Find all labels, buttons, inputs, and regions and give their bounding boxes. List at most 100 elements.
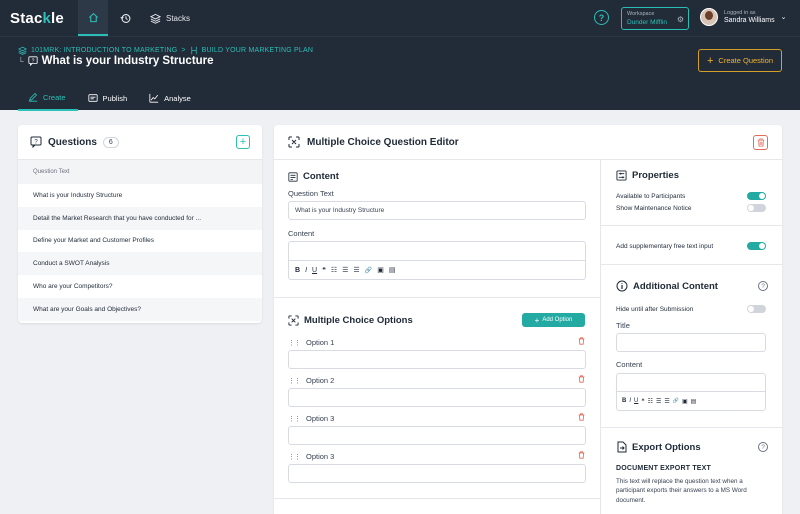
properties-section-title: Properties <box>616 170 679 181</box>
trash-icon[interactable] <box>578 451 585 461</box>
italic-icon[interactable]: I <box>305 267 307 274</box>
unordered-list-icon[interactable]: ☰ <box>342 266 348 274</box>
bold-icon[interactable]: B <box>622 398 626 404</box>
supplementary-label: Add supplementary free text input <box>616 242 714 250</box>
plus-icon: + <box>239 136 247 148</box>
option-row: ⋮⋮ Option 1 <box>288 338 334 347</box>
underline-icon[interactable]: U <box>634 398 638 404</box>
trash-icon[interactable] <box>578 337 585 347</box>
option-row: ⋮⋮ Option 2 <box>288 376 334 385</box>
align-icon[interactable]: ☰ <box>353 266 359 274</box>
question-icon: ? <box>30 136 42 148</box>
logged-in-label: Logged in as <box>724 10 756 16</box>
create-question-button[interactable]: + Create Question <box>698 49 782 72</box>
questions-panel: ? Questions 6 + Question Text What is yo… <box>18 125 262 323</box>
additional-content-title: Additional Content <box>616 280 718 292</box>
tree-connector-icon: └ <box>18 56 24 66</box>
additional-content-editor[interactable]: B I U ❝ ☷ ☰ ☰ 🔗 ▣ ▤ <box>616 373 766 411</box>
help-button[interactable]: ? <box>594 10 609 25</box>
table-icon[interactable]: ▤ <box>389 266 396 274</box>
page-header: 101MRK: INTRODUCTION TO MARKETING > BUIL… <box>0 36 800 111</box>
delete-question-button[interactable] <box>753 134 768 150</box>
questions-title: Questions <box>48 136 97 148</box>
app-logo[interactable]: Stackle <box>10 10 68 27</box>
hide-toggle[interactable] <box>747 305 766 313</box>
tab-publish-label: Publish <box>102 93 128 103</box>
align-icon[interactable]: ☰ <box>664 398 669 405</box>
history-icon <box>119 13 130 23</box>
question-row[interactable]: Detail the Market Research that you have… <box>18 206 262 230</box>
workspace-label: Workspace <box>627 11 655 17</box>
drag-handle-icon[interactable]: ⋮⋮ <box>288 377 301 385</box>
question-row[interactable]: What are your Goals and Objectives? <box>18 297 262 321</box>
question-row[interactable]: Conduct a SWOT Analysis <box>18 252 262 276</box>
content-editor[interactable]: B I U ❝ ☷ ☰ ☰ 🔗 ▣ ▤ <box>288 241 586 280</box>
drag-handle-icon[interactable]: ⋮⋮ <box>288 415 301 423</box>
ordered-list-icon[interactable]: ☷ <box>648 398 653 405</box>
trash-icon[interactable] <box>578 413 585 423</box>
help-icon[interactable]: ? <box>758 442 768 452</box>
question-text-input[interactable]: What is your Industry Structure <box>288 201 586 220</box>
quote-icon[interactable]: ❝ <box>641 398 644 405</box>
supplementary-toggle[interactable] <box>747 242 766 250</box>
hide-until-submission-row: Hide until after Submission <box>616 305 766 313</box>
quote-icon[interactable]: ❝ <box>322 266 326 274</box>
export-icon <box>617 441 627 453</box>
question-row[interactable]: Define your Market and Customer Profiles <box>18 230 262 253</box>
option-input[interactable] <box>288 350 586 369</box>
option-label: Option 3 <box>306 452 335 461</box>
underline-icon[interactable]: U <box>312 267 317 274</box>
drag-handle-icon[interactable]: ⋮⋮ <box>288 339 301 347</box>
column-header: Question Text <box>18 160 262 184</box>
tab-publish[interactable]: Publish <box>78 85 140 111</box>
link-icon[interactable]: 🔗 <box>365 267 372 274</box>
image-icon[interactable]: ▣ <box>377 266 384 274</box>
maintenance-label: Show Maintenance Notice <box>616 204 692 212</box>
maintenance-toggle[interactable] <box>747 204 766 212</box>
user-name: Sandra Williams <box>724 17 775 24</box>
additional-content-label: Content <box>616 360 643 369</box>
help-icon[interactable]: ? <box>758 281 768 291</box>
option-input[interactable] <box>288 426 586 445</box>
option-input[interactable] <box>288 464 586 483</box>
available-toggle[interactable] <box>747 192 766 200</box>
italic-icon[interactable]: I <box>629 398 631 404</box>
page-title: What is your Industry Structure <box>41 55 214 67</box>
ordered-list-icon[interactable]: ☷ <box>331 266 337 274</box>
home-nav-button[interactable] <box>78 0 108 36</box>
tab-analyse[interactable]: Analyse <box>139 85 203 111</box>
question-row[interactable]: What is your Industry Structure <box>18 184 262 207</box>
tab-create[interactable]: Create <box>18 85 78 111</box>
image-icon[interactable]: ▣ <box>682 398 688 405</box>
user-menu[interactable]: Logged in as Sandra Williams ⌄ <box>700 8 786 26</box>
option-input[interactable] <box>288 388 586 407</box>
unordered-list-icon[interactable]: ☰ <box>656 398 661 405</box>
table-icon[interactable]: ▤ <box>691 398 697 405</box>
rich-text-toolbar: B I U ❝ ☷ ☰ ☰ 🔗 ▣ ▤ <box>617 391 765 410</box>
history-nav-button[interactable] <box>110 0 140 36</box>
option-label: Option 3 <box>306 414 335 423</box>
home-icon <box>88 12 98 22</box>
additional-title-input[interactable] <box>616 333 766 352</box>
available-to-participants-row: Available to Participants <box>616 192 766 200</box>
stacks-icon <box>150 13 161 24</box>
drag-handle-icon[interactable]: ⋮⋮ <box>288 453 301 461</box>
tab-analyse-label: Analyse <box>164 93 191 103</box>
breadcrumb-course[interactable]: 101MRK: INTRODUCTION TO MARKETING <box>31 47 177 54</box>
sliders-icon <box>616 170 627 181</box>
trash-icon[interactable] <box>578 375 585 385</box>
bold-icon[interactable]: B <box>295 267 300 274</box>
breadcrumb-separator: > <box>181 47 186 54</box>
content-section-title: Content <box>288 171 339 182</box>
question-row[interactable]: Who are your Competitors? <box>18 275 262 298</box>
workspace-selector[interactable]: Workspace Dunder Mifflin ⚙ <box>621 7 689 30</box>
workspace-value: Dunder Mifflin <box>627 19 667 26</box>
option-row: ⋮⋮ Option 3 <box>288 452 334 461</box>
info-bubble-icon <box>616 280 628 292</box>
link-icon[interactable]: 🔗 <box>673 398 679 404</box>
breadcrumb-stack[interactable]: BUILD YOUR MARKETING PLAN <box>202 47 313 54</box>
export-options-title: Export Options <box>616 441 701 453</box>
add-option-button[interactable]: + Add Option <box>522 313 585 327</box>
stacks-nav-button[interactable]: Stacks <box>150 0 190 36</box>
add-question-button[interactable]: + <box>236 135 250 149</box>
